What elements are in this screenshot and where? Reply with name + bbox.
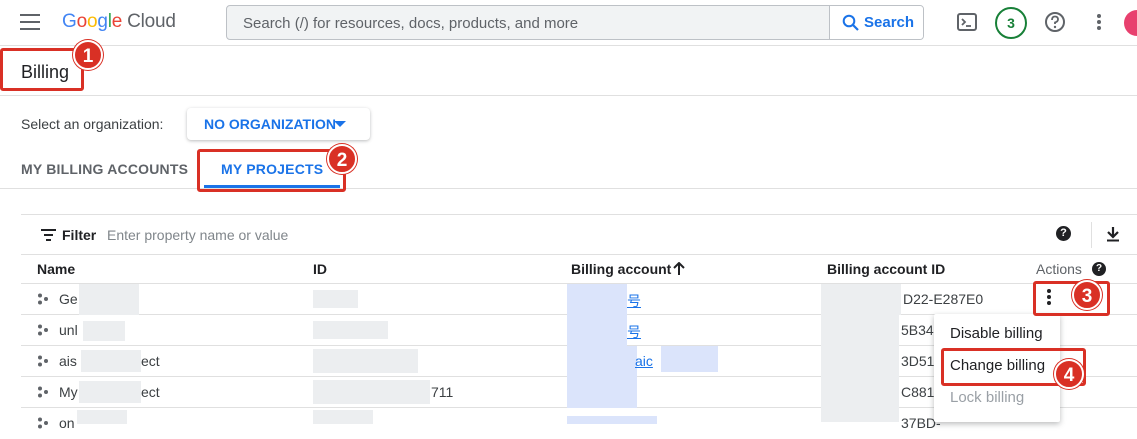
redacted-block	[821, 315, 899, 346]
download-icon[interactable]	[1106, 226, 1120, 242]
annotation-box-1	[0, 48, 84, 91]
redacted-block	[821, 408, 899, 422]
project-icon	[38, 386, 48, 398]
organization-dropdown[interactable]: NO ORGANIZATION	[187, 108, 370, 140]
search-bar[interactable]: Search (/) for resources, docs, products…	[226, 5, 924, 40]
redacted-block	[313, 349, 418, 373]
annotation-number-3: 3	[1072, 280, 1102, 310]
help-icon[interactable]: ?	[1056, 226, 1071, 241]
project-name-suffix: ect	[141, 384, 160, 400]
redacted-block	[313, 290, 358, 308]
billing-account-link[interactable]: 号	[627, 291, 641, 311]
billing-account-link[interactable]: 号	[627, 322, 641, 342]
annotation-number-1: 1	[73, 40, 103, 70]
avatar[interactable]	[1124, 10, 1137, 36]
column-header-id[interactable]: ID	[313, 261, 327, 277]
annotation-number-4: 4	[1054, 359, 1084, 389]
table-header: Name ID Billing account Billing account …	[21, 255, 1137, 284]
page-header: Billing	[0, 47, 1137, 96]
redacted-block	[661, 346, 718, 372]
menu-icon[interactable]	[20, 14, 40, 30]
billing-account-id: D22-E287E0	[903, 291, 984, 307]
search-input[interactable]: Search (/) for resources, docs, products…	[243, 15, 578, 32]
redacted-block	[567, 416, 657, 424]
search-icon	[842, 14, 859, 31]
redacted-block	[313, 321, 388, 339]
column-header-billing-account[interactable]: Billing account	[571, 261, 671, 277]
project-icon	[38, 417, 48, 429]
column-header-actions: Actions	[1036, 261, 1082, 277]
table-row: Ge 号 D22-E287E0	[21, 284, 1137, 315]
google-cloud-logo[interactable]: Google Cloud	[62, 11, 176, 33]
annotation-box-2	[197, 149, 346, 192]
project-icon	[38, 355, 48, 367]
notifications-badge[interactable]: 3	[995, 7, 1027, 39]
sort-arrow-up-icon[interactable]	[673, 262, 685, 276]
more-vert-icon[interactable]	[1088, 11, 1110, 33]
filter-icon[interactable]	[41, 229, 56, 241]
redacted-block	[79, 381, 141, 403]
filter-input[interactable]: Enter property name or value	[107, 227, 288, 243]
column-header-name[interactable]: Name	[37, 261, 75, 277]
menu-item-disable-billing[interactable]: Disable billing	[950, 325, 1043, 342]
project-icon	[38, 293, 48, 305]
redacted-block	[821, 377, 899, 408]
top-bar: Google Cloud Search (/) for resources, do…	[0, 0, 1137, 46]
billing-account-id: 5B34-	[901, 322, 939, 338]
help-icon[interactable]: ?	[1092, 262, 1106, 276]
organization-label: Select an organization:	[21, 116, 164, 132]
redacted-block	[821, 284, 901, 315]
project-name: Ge	[59, 291, 78, 307]
search-button[interactable]: Search	[829, 6, 923, 39]
project-name: unl	[59, 322, 78, 338]
filter-label: Filter	[62, 227, 97, 243]
menu-item-lock-billing: Lock billing	[950, 389, 1025, 406]
filter-bar: Filter Enter property name or value ?	[21, 214, 1137, 255]
billing-account-link[interactable]: aic	[635, 353, 653, 369]
tab-my-billing-accounts[interactable]: MY BILLING ACCOUNTS	[21, 161, 188, 177]
redacted-block	[567, 346, 637, 377]
project-name: My	[59, 384, 78, 400]
dropdown-arrow-icon	[334, 121, 346, 127]
tab-bar: MY BILLING ACCOUNTS MY PROJECTS	[0, 150, 1137, 189]
project-name-suffix: ect	[141, 353, 160, 369]
redacted-block	[567, 315, 627, 346]
divider	[1091, 222, 1092, 248]
column-header-billing-account-id[interactable]: Billing account ID	[827, 261, 945, 277]
annotation-number-2: 2	[327, 144, 357, 174]
redacted-block	[821, 346, 899, 377]
cloud-shell-icon[interactable]	[956, 11, 978, 33]
redacted-block	[79, 284, 139, 315]
help-icon[interactable]	[1044, 11, 1066, 33]
project-id-suffix: 711	[431, 384, 454, 400]
redacted-block	[567, 284, 627, 315]
project-icon	[38, 324, 48, 336]
redacted-block	[81, 350, 141, 372]
redacted-block	[567, 377, 637, 408]
project-name: ais	[59, 353, 77, 369]
redacted-block	[83, 321, 125, 341]
project-name: on	[59, 415, 75, 431]
redacted-block	[313, 380, 430, 404]
